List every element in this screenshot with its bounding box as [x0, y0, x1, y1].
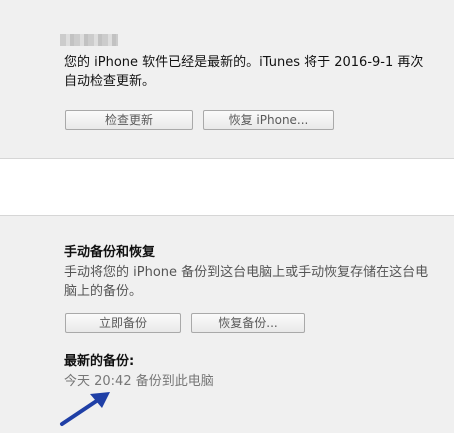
restore-iphone-button[interactable]: 恢复 iPhone...	[203, 110, 334, 130]
check-update-button[interactable]: 检查更新	[65, 110, 193, 130]
backup-description: 手动将您的 iPhone 备份到这台电脑上或手动恢复存储在这台电脑上的备份。	[64, 265, 429, 299]
section-divider	[0, 159, 454, 216]
restore-backup-button[interactable]: 恢复备份...	[191, 313, 305, 333]
arrow-annotation-icon	[60, 392, 110, 426]
latest-backup-value: 今天 20:42 备份到此电脑	[64, 374, 214, 389]
update-status-text: 您的 iPhone 软件已经是最新的。iTunes 将于 2016-9-1 再次…	[64, 55, 424, 89]
blurred-device-name	[60, 34, 118, 46]
latest-backup-title: 最新的备份:	[64, 354, 135, 369]
backup-section-title: 手动备份和恢复	[64, 245, 156, 260]
backup-now-button[interactable]: 立即备份	[65, 313, 181, 333]
